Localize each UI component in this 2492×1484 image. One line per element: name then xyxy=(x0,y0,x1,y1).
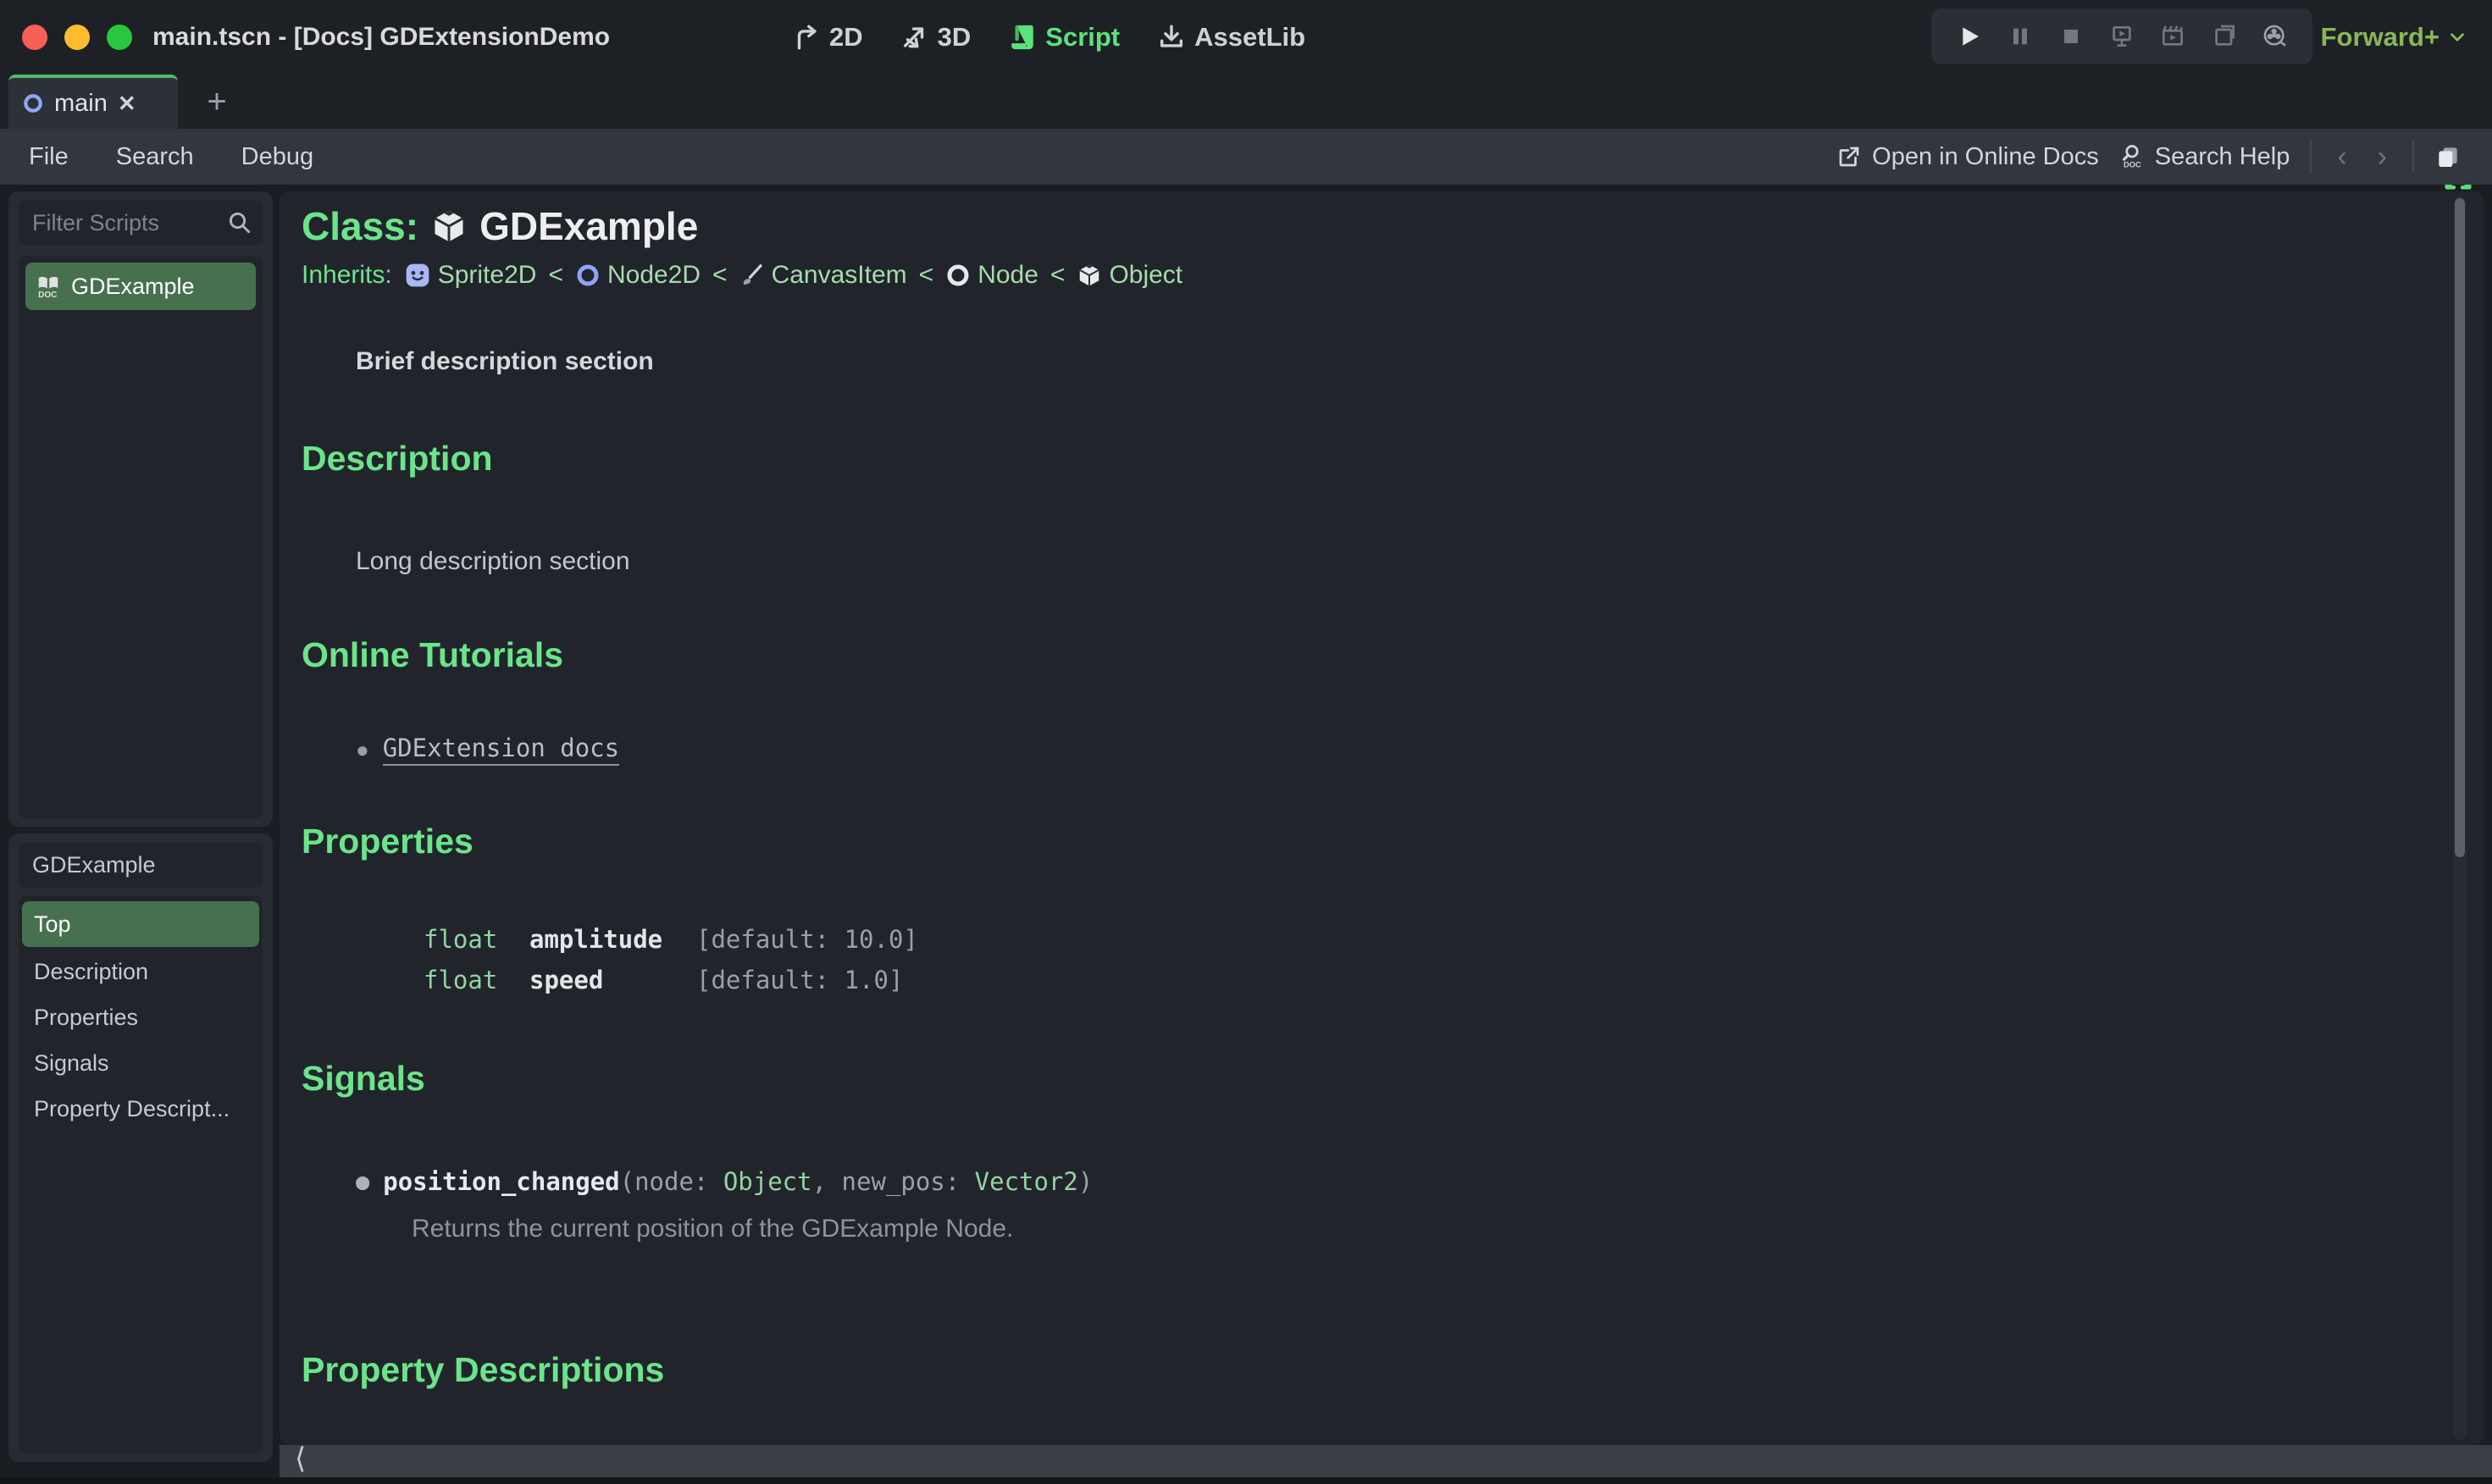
renderer-selector[interactable]: Forward+ xyxy=(2321,0,2468,75)
property-row-speed[interactable]: float speed [default: 1.0] xyxy=(280,966,2484,999)
inherits-link-sprite2d[interactable]: Sprite2D xyxy=(404,261,536,290)
menu-search[interactable]: Search xyxy=(116,143,194,171)
play-scene-button[interactable] xyxy=(2108,23,2135,50)
filter-scripts-input[interactable] xyxy=(19,200,263,246)
workspace-script-button[interactable]: Script xyxy=(1008,22,1120,53)
search-doc-icon: DOC xyxy=(2119,144,2145,169)
workspace-2d-button[interactable]: 2D xyxy=(792,22,863,53)
sprite2d-icon xyxy=(404,262,431,289)
signals-heading: Signals xyxy=(302,1059,425,1098)
movie-maker-icon[interactable] xyxy=(2262,23,2289,50)
member-list: Top Description Properties Signals Prope… xyxy=(19,896,263,1454)
members-panel: GDExample Top Description Properties Sig… xyxy=(8,833,273,1462)
window-controls xyxy=(22,25,132,50)
3d-icon xyxy=(900,23,929,52)
signal-type-vector2-link[interactable]: Vector2 xyxy=(975,1167,1078,1196)
title-bar: main.tscn - [Docs] GDExtensionDemo 2D 3D… xyxy=(0,0,2492,75)
toggle-scripts-panel-icon[interactable] xyxy=(2434,143,2462,170)
svg-text:DOC: DOC xyxy=(38,291,57,299)
history-forward-button[interactable]: › xyxy=(2373,141,2392,174)
signal-name: position_changed xyxy=(383,1167,620,1196)
doc-book-icon: DOC xyxy=(36,274,61,299)
window-bottom-edge xyxy=(0,1477,2492,1484)
member-item-top[interactable]: Top xyxy=(22,901,259,947)
collapse-panel-chevron-icon[interactable]: ⟨ xyxy=(295,1442,306,1476)
download-icon xyxy=(1157,23,1186,52)
doc-scrollbar-track[interactable] xyxy=(2453,197,2467,1440)
maximize-window-button[interactable] xyxy=(107,25,132,50)
workspace-switcher: 2D 3D Script AssetLib xyxy=(792,0,1305,75)
signal-type-object-link[interactable]: Object xyxy=(723,1167,812,1196)
add-scene-tab-button[interactable]: + xyxy=(197,81,237,122)
class-title: Class: GDExample xyxy=(302,204,699,248)
open-online-docs-button[interactable]: Open in Online Docs xyxy=(1836,143,2099,171)
gdextension-docs-link[interactable]: GDExtension docs xyxy=(382,734,620,766)
separator xyxy=(2310,140,2312,174)
stop-button[interactable] xyxy=(2057,23,2085,50)
script-list: DOC GDExample xyxy=(19,256,263,818)
2d-icon xyxy=(792,23,821,52)
pause-button[interactable] xyxy=(2007,23,2034,50)
tutorial-link-item: ● GDExtension docs xyxy=(356,734,620,766)
member-item-property-descriptions[interactable]: Property Descript... xyxy=(22,1086,259,1132)
inherits-link-object[interactable]: Object xyxy=(1077,261,1182,290)
inherits-line: Inherits: Sprite2D < Node2D < CanvasItem xyxy=(302,261,1183,290)
workspace-3d-button[interactable]: 3D xyxy=(900,22,971,53)
brief-description: Brief description section xyxy=(356,347,654,375)
godot-editor-window: main.tscn - [Docs] GDExtensionDemo 2D 3D… xyxy=(0,0,2492,1484)
script-icon xyxy=(1008,23,1037,52)
class-reference-view: Class: GDExample Inherits: Sprite2D < No… xyxy=(280,191,2484,1445)
close-tab-icon[interactable]: ✕ xyxy=(118,91,136,117)
menu-debug[interactable]: Debug xyxy=(241,143,313,171)
external-link-icon xyxy=(1836,144,1862,169)
bottom-bar: ⟨ xyxy=(280,1442,2492,1477)
signal-description: Returns the current position of the GDEx… xyxy=(412,1215,1014,1243)
inherits-link-node2d[interactable]: Node2D xyxy=(575,261,701,290)
scene-tab-strip: main ✕ + xyxy=(0,75,2492,190)
chevron-down-icon xyxy=(2446,26,2468,48)
property-descriptions-heading: Property Descriptions xyxy=(302,1350,665,1389)
workspace-assetlib-button[interactable]: AssetLib xyxy=(1157,22,1305,53)
window-title: main.tscn - [Docs] GDExtensionDemo xyxy=(152,23,611,51)
play-button[interactable] xyxy=(1955,23,1982,50)
property-row-amplitude[interactable]: float amplitude [default: 10.0] xyxy=(280,925,2484,959)
bullet-icon: ● xyxy=(356,736,369,762)
class-name-box: GDExample xyxy=(19,842,263,888)
script-list-item-gdexample[interactable]: DOC GDExample xyxy=(25,263,256,310)
scripts-panel: DOC GDExample xyxy=(8,191,273,827)
object-icon xyxy=(430,208,468,245)
online-tutorials-heading: Online Tutorials xyxy=(302,635,564,674)
canvasitem-icon xyxy=(739,263,765,288)
play-custom-scene-button[interactable] xyxy=(2159,23,2186,50)
member-item-properties[interactable]: Properties xyxy=(22,994,259,1040)
long-description: Long description section xyxy=(356,547,630,575)
doc-scrollbar-thumb[interactable] xyxy=(2455,198,2465,857)
object-icon xyxy=(1077,263,1102,288)
inherits-link-canvasitem[interactable]: CanvasItem xyxy=(739,261,907,290)
script-editor-menubar: File Search Debug Open in Online Docs DO… xyxy=(0,129,2492,185)
close-window-button[interactable] xyxy=(22,25,47,50)
member-item-signals[interactable]: Signals xyxy=(22,1040,259,1086)
history-back-button[interactable]: ‹ xyxy=(2332,141,2351,174)
menu-file[interactable]: File xyxy=(29,143,69,171)
node-icon xyxy=(945,263,971,288)
node2d-icon xyxy=(22,92,44,114)
properties-heading: Properties xyxy=(302,822,473,861)
separator xyxy=(2412,140,2414,174)
member-item-description[interactable]: Description xyxy=(22,949,259,994)
menu-items: File Search Debug xyxy=(29,129,313,185)
description-heading: Description xyxy=(302,439,493,478)
inherits-link-node[interactable]: Node xyxy=(945,261,1038,290)
playback-toolbar xyxy=(1931,8,2312,64)
minimize-window-button[interactable] xyxy=(64,25,90,50)
bullet-icon: ● xyxy=(356,1168,370,1195)
search-help-button[interactable]: DOC Search Help xyxy=(2119,143,2290,171)
node2d-icon xyxy=(575,263,601,288)
signal-position-changed: ● position_changed(node: Object, new_pos… xyxy=(356,1167,1094,1196)
play-current-scene-button[interactable] xyxy=(2211,23,2238,50)
search-icon xyxy=(227,210,252,235)
svg-text:DOC: DOC xyxy=(2124,161,2141,169)
scene-tab-main[interactable]: main ✕ xyxy=(8,75,178,129)
menu-right-controls: Open in Online Docs DOC Search Help ‹ › xyxy=(1836,129,2462,185)
